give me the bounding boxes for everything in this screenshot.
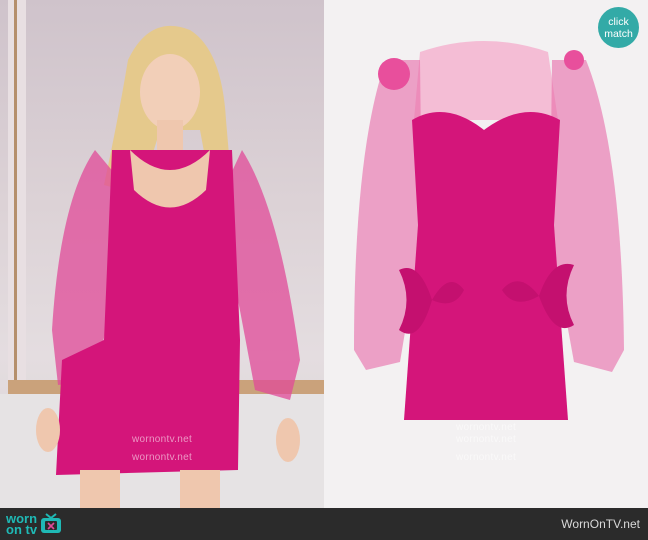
watermark: wornontv.net: [455, 422, 517, 433]
footer-bar: worn on tv WornOnTV.net: [0, 508, 648, 540]
watermark: wornontv.net: [131, 452, 193, 463]
product-photo: wornontv.net wornontv.net wornontv.net: [324, 0, 648, 508]
watermark: wornontv.net: [455, 452, 517, 463]
tv-still-illustration: [0, 0, 324, 508]
badge-line2: match: [604, 27, 633, 40]
watermark: wornontv.net: [455, 434, 517, 445]
watermark: wornontv.net: [131, 434, 193, 445]
site-name[interactable]: WornOnTV.net: [561, 517, 640, 531]
click-match-badge[interactable]: click match: [598, 7, 639, 48]
badge-line1: click: [608, 15, 629, 28]
wornontv-logo[interactable]: worn on tv: [6, 511, 62, 537]
tv-still-photo: wornontv.net wornontv.net: [0, 0, 324, 508]
tv-icon: [41, 513, 62, 533]
logo-line2: on tv: [6, 522, 38, 537]
